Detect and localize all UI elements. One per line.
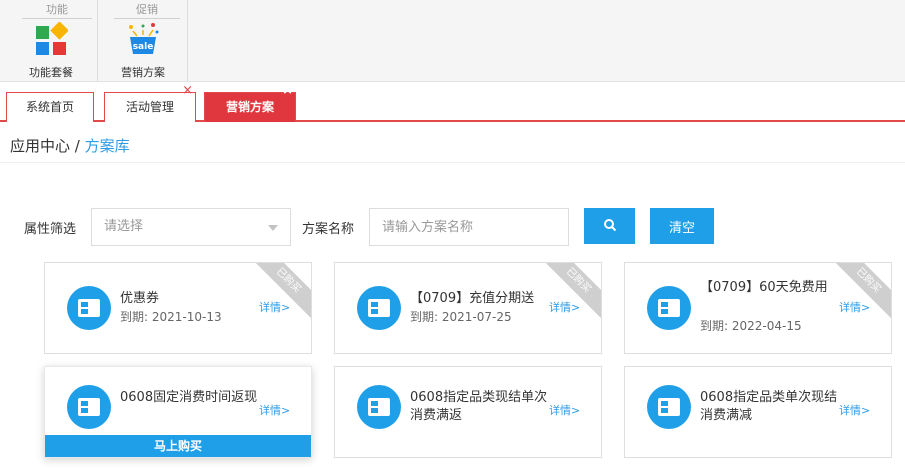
- clear-button[interactable]: 清空: [650, 208, 714, 244]
- plan-name: 【0709】充值分期送: [410, 291, 535, 306]
- attribute-filter-label: 属性筛选: [24, 222, 77, 237]
- plan-icon: [357, 286, 401, 330]
- plan-icon: [67, 286, 111, 330]
- plan-name: 优惠券: [120, 291, 160, 306]
- tab-label: 营销方案: [225, 100, 274, 114]
- detail-link[interactable]: 详情>: [549, 402, 580, 418]
- divider: [0, 162, 905, 163]
- breadcrumb-root[interactable]: 应用中心: [10, 137, 70, 155]
- plan-icon: [647, 385, 691, 429]
- caret-down-icon: [268, 225, 278, 231]
- plan-icon: [67, 385, 111, 429]
- select-placeholder: 请选择: [104, 219, 144, 234]
- plan-name: 0608固定消费时间返现: [120, 390, 258, 405]
- tab-marketing-plan[interactable]: 营销方案 ×: [204, 84, 296, 122]
- breadcrumb-current: 方案库: [84, 137, 130, 155]
- breadcrumb: 应用中心 / 方案库: [10, 135, 130, 156]
- buy-now-button[interactable]: 马上购买: [45, 435, 311, 457]
- plan-card[interactable]: 优惠券 到期: 2021-10-13 详情> 已购买: [44, 262, 312, 354]
- ribbon-toolbar: 功能 功能套餐 促销 sale 营销方案: [0, 0, 905, 82]
- tab-label: 活动管理: [125, 100, 174, 114]
- plan-expire-date: 到期: 2021-07-25: [410, 310, 512, 324]
- tab-activity-management[interactable]: 活动管理 ×: [104, 84, 196, 122]
- search-icon: [603, 218, 616, 231]
- plan-name: 【0709】60天免费用: [700, 280, 828, 295]
- plan-name: 0608指定品类单次现结消费满减: [700, 390, 838, 423]
- detail-link[interactable]: 详情>: [839, 299, 870, 315]
- close-icon[interactable]: ×: [182, 84, 193, 98]
- search-button[interactable]: [584, 208, 635, 244]
- app-blocks-icon: [36, 22, 68, 55]
- plan-card[interactable]: 【0709】充值分期送 到期: 2021-07-25 详情> 已购买: [334, 262, 602, 354]
- ribbon-group-promotion: 促销 sale 营销方案: [98, 0, 188, 82]
- ribbon-button-label: 功能套餐: [29, 66, 73, 79]
- close-icon[interactable]: ×: [282, 84, 293, 98]
- breadcrumb-separator: /: [70, 137, 85, 155]
- plan-expire-date: 到期: 2021-10-13: [120, 310, 222, 324]
- svg-text:sale: sale: [133, 42, 154, 52]
- plan-card[interactable]: 0608固定消费时间返现 详情> 马上购买: [44, 366, 312, 458]
- plan-card[interactable]: 0608指定品类现结单次消费满返 详情>: [334, 366, 602, 458]
- detail-link[interactable]: 详情>: [839, 402, 870, 418]
- tab-home[interactable]: 系统首页: [6, 92, 94, 122]
- attribute-filter-select[interactable]: 请选择: [91, 208, 291, 246]
- sale-basket-icon: sale: [129, 23, 159, 54]
- tab-bar: 系统首页 活动管理 × 营销方案 ×: [0, 84, 905, 122]
- plan-icon: [357, 385, 401, 429]
- detail-link[interactable]: 详情>: [549, 299, 580, 315]
- plan-name-input[interactable]: [369, 208, 569, 246]
- ribbon-group-title: 促销: [114, 2, 180, 19]
- plan-name-label: 方案名称: [302, 222, 355, 237]
- plan-card[interactable]: 【0709】60天免费用 到期: 2022-04-15 详情> 已购买: [624, 262, 892, 354]
- detail-link[interactable]: 详情>: [259, 299, 290, 315]
- plan-card[interactable]: 0608指定品类单次现结消费满减 详情>: [624, 366, 892, 458]
- ribbon-group-function: 功能 功能套餐: [0, 0, 98, 82]
- plan-expire-date: 到期: 2022-04-15: [700, 319, 802, 333]
- plan-name: 0608指定品类现结单次消费满返: [410, 390, 548, 423]
- tab-label: 系统首页: [25, 100, 74, 114]
- detail-link[interactable]: 详情>: [259, 402, 290, 418]
- ribbon-group-title: 功能: [22, 2, 92, 19]
- plan-icon: [647, 286, 691, 330]
- ribbon-button-label: 营销方案: [121, 66, 165, 79]
